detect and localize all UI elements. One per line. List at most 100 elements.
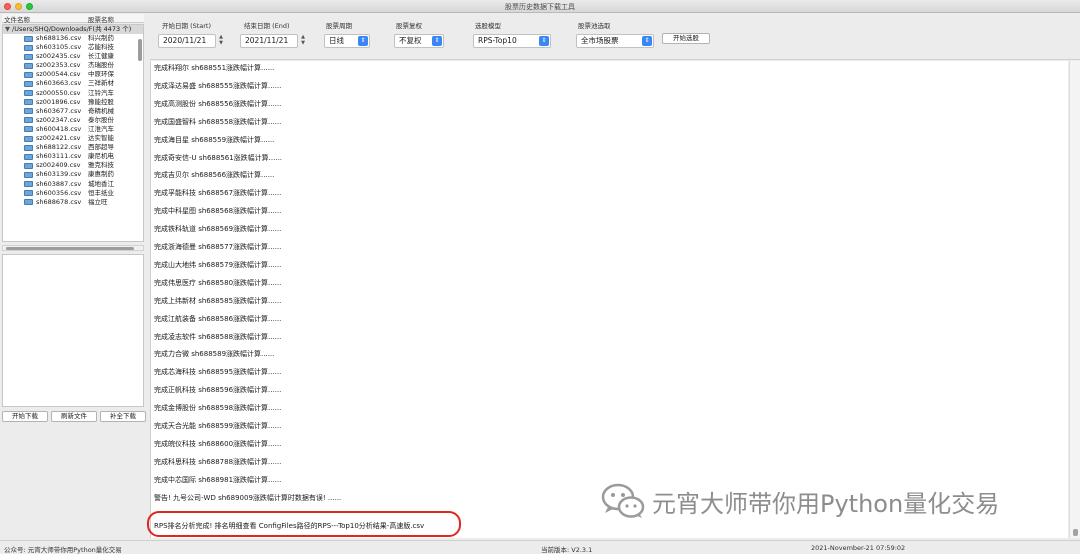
panel-button-row: 开始下载 刷新文件 补全下载 xyxy=(2,411,146,422)
complete-download-button[interactable]: 补全下载 xyxy=(100,411,146,422)
folder-icon xyxy=(24,90,33,97)
tree-row[interactable]: sz001896.csv 豫能控股 xyxy=(3,98,143,107)
wechat-icon xyxy=(601,483,645,518)
dropdown-arrow-icon: ⇕ xyxy=(358,36,368,46)
folder-icon xyxy=(24,181,33,187)
tree-row[interactable]: sh603111.csv 康尼机电 xyxy=(3,152,143,161)
folder-icon xyxy=(24,162,33,169)
tree-root-folder[interactable]: ▼/Users/SHQ/Downloads/F(共 4473 个) xyxy=(3,25,143,34)
log-line: 警告! 九号公司-WD sh689009涨跌幅计算时数据有误! ...... xyxy=(154,493,342,502)
start-date-label: 开始日期 (Start) xyxy=(162,22,212,30)
log-line: 完成正帆科技 sh688596涨跌幅计算...... xyxy=(154,386,282,395)
model-select[interactable]: RPS-Top10 ⇕ xyxy=(473,34,551,48)
start-date-field[interactable]: 2020/11/21 xyxy=(158,34,216,48)
tree-row[interactable]: sh600356.csv 恒丰纸业 xyxy=(3,189,143,198)
period-select[interactable]: 日线 ⇕ xyxy=(324,34,370,48)
model-label: 选股模型 xyxy=(475,22,501,30)
folder-icon xyxy=(24,171,33,178)
status-bar: 公众号: 元宵大师带你用Python量化交易 当前版本: V2.3.1 2021… xyxy=(0,540,1080,554)
log-vertical-scrollbar[interactable] xyxy=(1069,61,1080,538)
file-name: sh600356.csv xyxy=(36,188,82,197)
file-panel: 文件名称 股票名称 ▼/Users/SHQ/Downloads/F(共 4473… xyxy=(0,13,149,538)
dropdown-arrow-icon: ⇕ xyxy=(642,36,652,46)
folder-icon xyxy=(24,99,33,106)
start-selection-button[interactable]: 开始选股 xyxy=(662,33,710,44)
tree-row[interactable]: sh603887.csv 城地香江 xyxy=(3,180,143,189)
model-value: RPS-Top10 xyxy=(478,36,517,45)
file-name: sh688122.csv xyxy=(36,143,82,152)
folder-icon xyxy=(24,108,33,115)
stock-name: 江铃汽车 xyxy=(88,88,114,97)
folder-icon xyxy=(24,53,33,60)
tree-row[interactable]: sh600418.csv 江淮汽车 xyxy=(3,125,143,134)
file-tree[interactable]: ▼/Users/SHQ/Downloads/F(共 4473 个) sh6881… xyxy=(2,24,144,242)
tree-horizontal-scrollbar[interactable] xyxy=(2,245,144,251)
log-scroll-thumb[interactable] xyxy=(1073,529,1078,536)
file-name: sz000544.csv xyxy=(36,70,81,79)
end-date-field[interactable]: 2021/11/21 xyxy=(240,34,298,48)
adjust-value: 不复权 xyxy=(399,36,422,45)
period-label: 股票周期 xyxy=(326,22,352,30)
adjust-select[interactable]: 不复权 ⇕ xyxy=(394,34,444,48)
stock-name: 江淮汽车 xyxy=(88,124,114,133)
file-name: sz002409.csv xyxy=(36,161,81,170)
start-date-stepper[interactable]: ▲ ▼ xyxy=(217,34,225,48)
log-line: 完成皖仪科技 sh688600涨跌幅计算...... xyxy=(154,439,282,448)
window-titlebar: 股票历史数据下载工具 xyxy=(0,0,1080,13)
folder-icon xyxy=(24,80,33,87)
log-line: 完成国盛智科 sh688558涨跌幅计算...... xyxy=(154,117,282,126)
folder-icon xyxy=(24,199,33,206)
tree-rows: sh688136.csv 科兴制药 sh603105.csv 芯能科技 sz002435… xyxy=(3,34,143,207)
end-date-stepper[interactable]: ▲ ▼ xyxy=(299,34,307,48)
tree-row[interactable]: sz002347.csv 泰尔股份 xyxy=(3,116,143,125)
log-line: 完成铁科轨道 sh688569涨跌幅计算...... xyxy=(154,225,282,234)
watermark-text: 元宵大师带你用Python量化交易 xyxy=(652,489,1000,518)
stock-name: 三祥新材 xyxy=(88,79,114,88)
stock-name: 福立旺 xyxy=(88,197,108,206)
file-name: sz000550.csv xyxy=(36,88,81,97)
log-line: 完成科翔尔 sh688551涨跌幅计算...... xyxy=(154,64,275,72)
tree-row[interactable]: sz002409.csv 雅克科技 xyxy=(3,161,143,170)
log-line: 完成吉贝尔 sh688566涨跌幅计算...... xyxy=(154,171,275,180)
refresh-files-button[interactable]: 刷新文件 xyxy=(51,411,97,422)
dropdown-arrow-icon: ⇕ xyxy=(432,36,442,46)
tree-row[interactable]: sh688136.csv 科兴制药 xyxy=(3,34,143,43)
stock-name: 芯能科技 xyxy=(88,43,114,52)
log-line: 完成浙海德曼 sh688577涨跌幅计算...... xyxy=(154,243,282,251)
adjust-label: 股票复权 xyxy=(396,22,422,30)
tree-row[interactable]: sz002353.csv 杰瑞股份 xyxy=(3,61,143,70)
tree-row[interactable]: sh603139.csv 康惠制药 xyxy=(3,170,143,179)
log-output[interactable]: 完成科翔尔 sh688551涨跌幅计算...... 完成泽达易盛 sh688555… xyxy=(150,61,1068,538)
log-line: 完成中科星图 sh688568涨跌幅计算...... xyxy=(154,207,282,216)
root-count: (共 4473 个) xyxy=(92,25,132,33)
status-datetime: 2021-November-21 07:59:02 xyxy=(811,544,906,552)
pool-select[interactable]: 全市场股票 ⇕ xyxy=(576,34,654,48)
file-name: sh603105.csv xyxy=(36,43,82,52)
file-name: sz002347.csv xyxy=(36,115,81,124)
tree-row[interactable]: sh688678.csv 福立旺 xyxy=(3,198,143,207)
folder-icon xyxy=(24,117,33,124)
tree-horizontal-scroll-thumb[interactable] xyxy=(6,247,134,250)
tree-row[interactable]: sz002435.csv 长江健康 xyxy=(3,52,143,61)
selection-toolbar: 开始日期 (Start) 2020/11/21 ▲ ▼ 结束日期 (End) 20… xyxy=(150,13,1080,60)
tree-row[interactable]: sh603105.csv 芯能科技 xyxy=(3,43,143,52)
tree-vertical-scroll-thumb[interactable] xyxy=(138,39,142,61)
tree-row[interactable]: sz002421.csv 达实智能 xyxy=(3,134,143,143)
stock-name: 城地香江 xyxy=(88,179,114,188)
file-name: sh603677.csv xyxy=(36,106,82,115)
start-download-button[interactable]: 开始下载 xyxy=(2,411,48,422)
tree-row[interactable]: sh688122.csv 西部超导 xyxy=(3,143,143,152)
tree-row[interactable]: sh603677.csv 奇精机械 xyxy=(3,107,143,116)
tree-row[interactable]: sz000544.csv 中原环保 xyxy=(3,70,143,79)
folder-icon xyxy=(24,35,33,42)
tree-row[interactable]: sz000550.csv 江铃汽车 xyxy=(3,89,143,98)
folder-icon xyxy=(24,153,33,160)
expand-triangle-icon[interactable]: ▼ xyxy=(5,25,10,33)
log-line: 完成金博股份 sh688598涨跌幅计算...... xyxy=(154,404,282,413)
folder-icon xyxy=(24,71,33,78)
tree-row[interactable]: sh603663.csv 三祥新材 xyxy=(3,79,143,88)
col-header-stock[interactable]: 股票名称 xyxy=(86,14,144,24)
file-name: sh603139.csv xyxy=(36,170,82,179)
folder-icon xyxy=(24,44,33,51)
col-header-file[interactable]: 文件名称 xyxy=(2,14,86,24)
